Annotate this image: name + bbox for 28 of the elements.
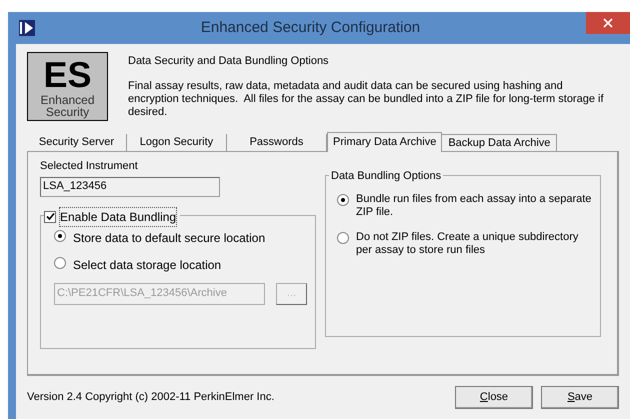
tab[interactable]: Backup Data Archive	[442, 134, 558, 151]
logo-mark: ES	[43, 57, 92, 93]
header-description: Final assay results, raw data, metadata and audit data can be secured using hashing and encryption techniques. All files for the assay can be bundled into a ZIP file for long-term storage if desired.	[128, 80, 605, 118]
dialog-button[interactable]: Save	[541, 386, 619, 409]
close-icon[interactable]	[586, 12, 630, 34]
radio-button[interactable]	[54, 230, 66, 242]
instrument-field[interactable]: LSA_123456	[40, 176, 220, 196]
radio-label: Do not ZIP files. Create a unique subdirectory per assay to store run files	[356, 231, 580, 257]
logo-caption: Enhanced	[40, 94, 95, 106]
checkbox[interactable]	[44, 210, 56, 222]
tab[interactable]: Logon Security	[127, 134, 227, 151]
radio-button[interactable]	[337, 194, 349, 206]
version-text: Version 2.4 Copyright (c) 2002-11 PerkinElmer Inc.	[27, 390, 276, 406]
group-title: Data Bundling Options	[329, 168, 444, 184]
checkbox-label: Enable Data Bundling	[60, 208, 176, 226]
radio-button[interactable]	[54, 256, 66, 268]
radio-button[interactable]	[337, 232, 349, 244]
radio-label: Select data storage location	[73, 256, 222, 274]
header-heading: Data Security and Data Bundling Options	[128, 54, 330, 69]
dialog-button[interactable]: Close	[455, 386, 533, 409]
tab[interactable]: Security Server	[27, 134, 127, 151]
app-logo-icon	[19, 20, 35, 36]
field-label: Selected Instrument	[40, 159, 139, 174]
logo-caption: Security	[46, 106, 90, 118]
radio-label: Store data to default secure location	[73, 230, 266, 246]
window-title: Enhanced Security Configuration	[200, 18, 422, 38]
tab[interactable]: Primary Data Archive	[327, 132, 442, 152]
radio-label: Bundle run files from each assay into a separate ZIP file.	[356, 193, 592, 219]
